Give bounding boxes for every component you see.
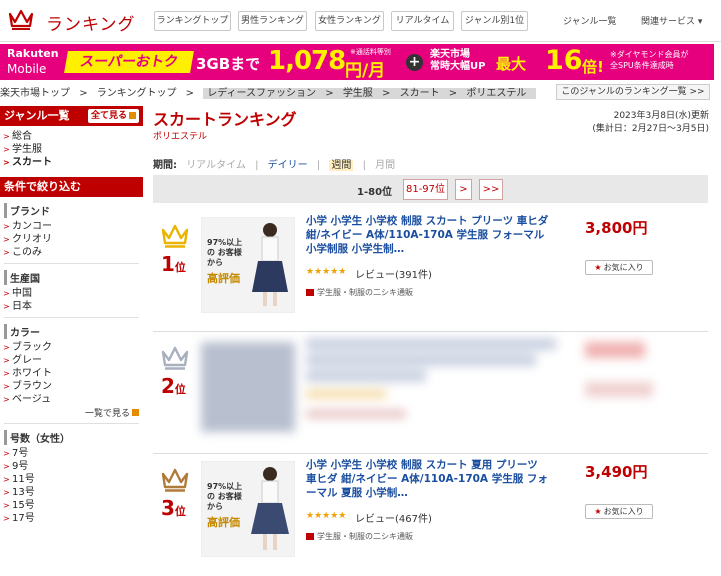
period-realtime[interactable]: リアルタイム (186, 160, 246, 171)
size-title: 号数（女性） (4, 430, 143, 445)
banner-brand-line2: Mobile (7, 62, 47, 76)
brand-konomi[interactable]: このみ (0, 246, 143, 259)
genre-ranking-list-link[interactable]: このジャンルのランキング一覧 >> (556, 84, 710, 100)
see-more-link[interactable]: 一覧で見る (0, 406, 143, 419)
page-next[interactable]: > (455, 179, 472, 200)
color-black[interactable]: ブラック (0, 341, 143, 354)
promo-banner[interactable]: Rakuten Mobile スーパーおトク 3GBまで 1,078 ※通話料等… (0, 44, 714, 81)
rank-number: 2位 (161, 374, 186, 398)
nav-genre-first[interactable]: ジャンル別1位 (461, 11, 528, 31)
origin-title: 生産国 (4, 270, 143, 285)
see-all-button[interactable]: 全て見る (87, 109, 139, 123)
favorite-button[interactable]: お気に入り (585, 260, 653, 275)
breadcrumb-current-path: レディースファッション > 学生服 > スカート > ポリエステル (203, 88, 537, 99)
page-last[interactable]: >> (479, 179, 503, 200)
banner-plan: 3GBまで (196, 55, 261, 73)
size-7[interactable]: 7号 (0, 447, 143, 460)
nav-ranking-top[interactable]: ランキングトップ (154, 11, 231, 31)
product-price: 3,490円 (585, 463, 648, 481)
crown-logo-icon[interactable] (8, 8, 34, 30)
genre-list-link[interactable]: ジャンル一覧 (563, 14, 617, 27)
breadcrumb-skirt[interactable]: スカート (400, 88, 440, 99)
ranking-logo-text[interactable]: ランキング (46, 10, 136, 35)
nav-realtime[interactable]: リアルタイム (391, 11, 454, 31)
filter-header: 条件で絞り込む (0, 177, 143, 197)
product-title-link[interactable]: 小学 小学生 小学校 制服 スカート プリーツ 車ヒダ 紺/ネイビー A体/11… (306, 214, 549, 256)
breadcrumb-uniform[interactable]: 学生服 (343, 88, 373, 99)
ranking-item: 2位 (153, 332, 708, 454)
girl-uniform-icon (251, 467, 289, 550)
sidebar: ジャンル一覧 全て見る 総合 学生服 スカート 条件で絞り込む ブランド カンコ… (0, 106, 143, 525)
genre-item-uniform[interactable]: 学生服 (0, 143, 143, 156)
review-link[interactable]: レビュー(467件) (355, 510, 432, 525)
color-title: カラー (4, 324, 143, 339)
brand-title: ブランド (4, 203, 143, 218)
shop-link[interactable]: 学生服・制服の二シキ通販 (306, 287, 413, 298)
color-brown[interactable]: ブラウン (0, 380, 143, 393)
favorite-button[interactable]: お気に入り (585, 504, 653, 519)
size-17[interactable]: 17号 (0, 512, 143, 525)
product-image[interactable]: 97%以上の お客様から 高評価 (201, 461, 295, 557)
banner-campaign: スーパーおトク (64, 51, 194, 73)
color-beige[interactable]: ベージュ (0, 393, 143, 406)
girl-uniform-icon (252, 223, 288, 306)
breadcrumb: 楽天市場トップ > ランキングトップ > レディースファッション > 学生服 >… (0, 84, 542, 100)
banner-max: 最大 (496, 55, 527, 73)
top-header: ランキング ランキングトップ 男性ランキング 女性ランキング リアルタイム ジャ… (0, 0, 721, 42)
breadcrumb-ladies[interactable]: レディースファッション (207, 88, 316, 99)
product-title-link[interactable]: 小学 小学生 小学校 制服 スカート 夏用 プリーツ 車ヒダ 紺/ネイビー A体… (306, 458, 549, 500)
plus-icon: + (406, 54, 423, 71)
page-next-range[interactable]: 81-97位 (403, 179, 448, 200)
rank-number: 1位 (161, 252, 186, 276)
rating-stars: ★★★★★ (306, 267, 347, 277)
origin-japan[interactable]: 日本 (0, 300, 143, 313)
gold-crown-icon (161, 224, 189, 248)
product-image[interactable]: 97%以上の お客様から 高評価 (201, 217, 295, 313)
size-11[interactable]: 11号 (0, 473, 143, 486)
brand-kuriori[interactable]: クリオリ (0, 233, 143, 246)
period-daily[interactable]: デイリー (268, 160, 308, 171)
color-gray[interactable]: グレー (0, 354, 143, 367)
page-subtitle: ポリエステル (153, 132, 208, 142)
banner-multiplier-unit: 倍! (582, 58, 604, 76)
page-title: スカートランキング (153, 110, 297, 129)
brand-kanko[interactable]: カンコー (0, 220, 143, 233)
genre-list-header: ジャンル一覧 全て見る (0, 106, 143, 126)
review-link[interactable]: レビュー(391件) (355, 266, 432, 281)
ranking-item: 3位 97%以上の お客様から 高評価 小学 小学生 小学校 制服 スカート 夏… (153, 454, 708, 576)
bronze-crown-icon (161, 468, 189, 492)
genre-item-skirt[interactable]: スカート (0, 156, 143, 169)
period-label: 期間: (153, 160, 177, 171)
breadcrumb-polyester: ポリエステル (466, 88, 527, 99)
banner-diamond-note: ※ダイヤモンド会員が 全SPU条件達成時 (610, 50, 689, 70)
banner-multiplier: 16 (545, 45, 583, 76)
period-selector: 期間: リアルタイム | デイリー | 週間 | 月間 (153, 160, 396, 171)
related-services-dropdown[interactable]: 関連サービス ▾ (641, 14, 702, 27)
nav-female-ranking[interactable]: 女性ランキング (315, 11, 384, 31)
color-white[interactable]: ホワイト (0, 367, 143, 380)
banner-price-unit: 円/月 (345, 61, 386, 81)
ranking-item: 1位 97%以上の お客様から 高評価 小学 小学生 小学校 制服 スカート プ… (153, 210, 708, 332)
silver-crown-icon (161, 346, 189, 370)
period-monthly[interactable]: 月間 (375, 160, 395, 171)
rank-number: 3位 (161, 496, 186, 520)
size-15[interactable]: 15号 (0, 499, 143, 512)
banner-price: 1,078 (268, 46, 346, 76)
breadcrumb-ranking-top[interactable]: ランキングトップ (97, 88, 177, 99)
pagination-bar: 1-80位 81-97位 > >> (153, 175, 708, 203)
product-price: 3,800円 (585, 219, 648, 237)
update-info: 2023年3月8日(水)更新 (集計日：2月27日～3月5日) (592, 111, 709, 134)
page-current: 1-80位 (357, 187, 393, 198)
banner-ichiba: 楽天市場 常時大幅UP (430, 49, 486, 72)
origin-china[interactable]: 中国 (0, 287, 143, 300)
nav-male-ranking[interactable]: 男性ランキング (238, 11, 307, 31)
breadcrumb-ichiba-top[interactable]: 楽天市場トップ (0, 88, 70, 99)
genre-item-overall[interactable]: 総合 (0, 130, 143, 143)
banner-brand-line1: Rakuten (7, 47, 59, 60)
rating-stars: ★★★★★ (306, 511, 347, 521)
shop-link[interactable]: 学生服・制服の二シキ通販 (306, 531, 413, 542)
period-weekly[interactable]: 週間 (329, 160, 354, 171)
size-9[interactable]: 9号 (0, 460, 143, 473)
size-13[interactable]: 13号 (0, 486, 143, 499)
